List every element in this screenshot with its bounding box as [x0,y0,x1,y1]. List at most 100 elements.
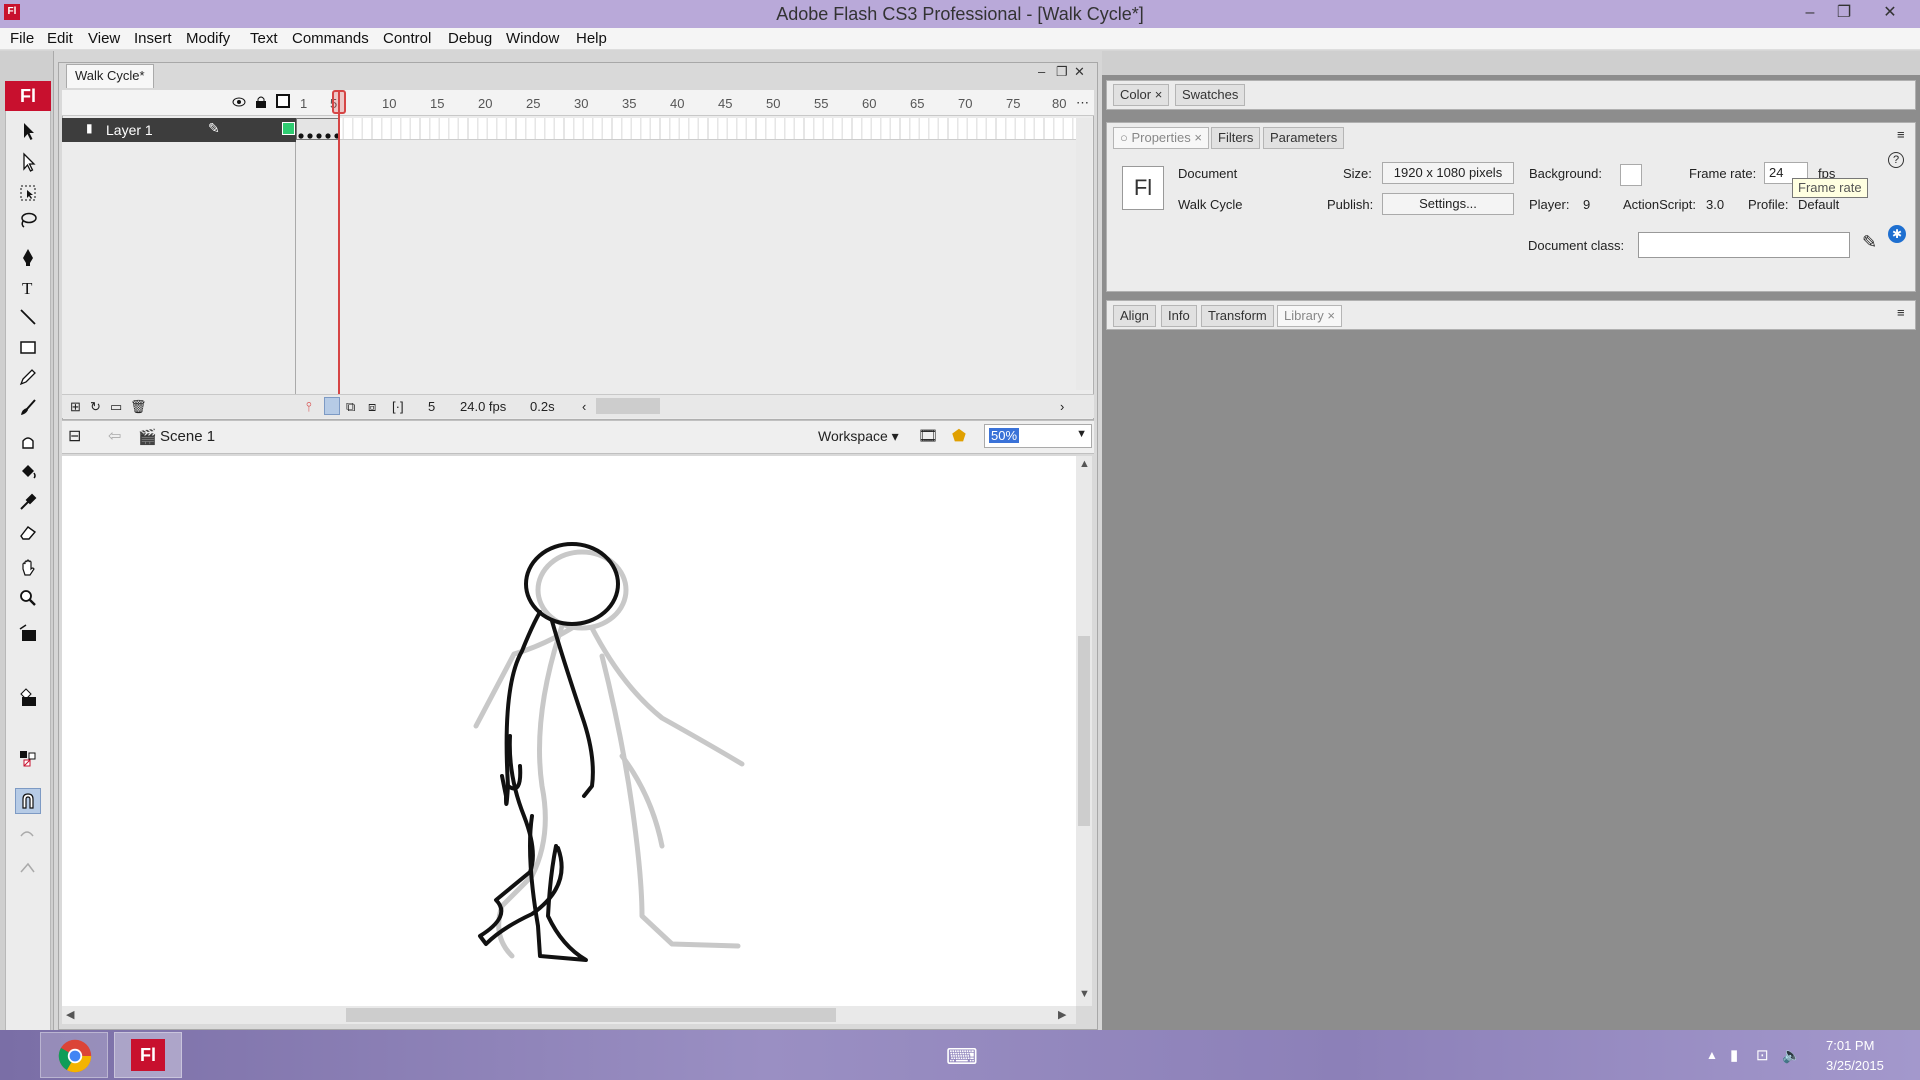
tab-filters[interactable]: Filters [1211,127,1261,149]
zoom-tool-icon[interactable] [15,585,41,611]
document-class-input[interactable] [1638,232,1850,258]
back-arrow-icon[interactable]: ⇦ [108,426,121,446]
insert-folder-icon[interactable]: ▭ [110,399,122,415]
line-tool-icon[interactable] [15,304,41,330]
scene-label[interactable]: Scene 1 [160,428,215,445]
scroll-left-icon[interactable]: ‹ [582,399,586,414]
menu-help[interactable]: Help [576,30,607,47]
menu-commands[interactable]: Commands [292,30,369,47]
menu-window[interactable]: Window [506,30,559,47]
timeline-hscroll-thumb[interactable] [596,398,660,414]
tab-align[interactable]: Align [1113,305,1156,327]
delete-layer-icon[interactable]: 🗑 [130,399,147,415]
timeline-toggle-icon[interactable]: ⊟ [68,426,81,446]
stroke-color-swatch[interactable] [15,620,41,646]
doc-minimize-icon[interactable]: ‒ [1038,64,1045,79]
edit-multiple-frames-icon[interactable]: ⧈ [368,399,376,415]
network-icon[interactable]: ⊡ [1756,1046,1769,1064]
timeline-menu-icon[interactable]: ⋯ [1076,95,1089,111]
outline-icon[interactable] [276,94,290,108]
lasso-tool-icon[interactable] [15,207,41,233]
eyedropper-tool-icon[interactable] [15,489,41,515]
tab-parameters[interactable]: Parameters [1263,127,1345,149]
selection-tool-icon[interactable] [15,118,41,144]
menu-file[interactable]: File [10,30,34,47]
free-transform-tool-icon[interactable] [15,180,41,206]
tab-swatches[interactable]: Swatches [1175,84,1246,106]
fill-color-swatch[interactable] [15,684,41,710]
hand-tool-icon[interactable] [15,555,41,581]
workspace-dropdown[interactable]: Workspace ▾ [818,428,899,445]
add-layer-icon[interactable]: ⊞ [70,399,81,415]
subselection-tool-icon[interactable] [15,149,41,175]
menu-text[interactable]: Text [250,30,278,47]
size-button[interactable]: 1920 x 1080 pixels [1382,162,1514,184]
playhead[interactable] [338,90,340,396]
pen-tool-icon[interactable] [15,244,41,270]
timeline-vscroll[interactable] [1076,118,1092,390]
background-color-swatch[interactable] [1620,164,1642,186]
scroll-down-icon[interactable]: ▼ [1079,988,1090,1000]
snap-to-objects-icon[interactable] [15,788,41,814]
stage-vscroll[interactable]: ▲ ▼ [1076,456,1092,1006]
brush-tool-icon[interactable] [15,394,41,420]
tab-properties[interactable]: ○ Properties × [1113,127,1209,149]
clock-time[interactable]: 7:01 PM [1826,1038,1874,1053]
text-tool-icon[interactable]: T [15,274,41,300]
library-menu-icon[interactable]: ≡ [1897,305,1905,320]
onion-skin-icon[interactable] [324,397,340,415]
profile-value[interactable]: Default [1798,197,1839,212]
power-icon[interactable]: ▮ [1730,1046,1738,1064]
close-button[interactable]: ✕ [1870,0,1910,28]
zoom-dropdown-arrow-icon[interactable]: ▼ [1076,428,1087,440]
menu-insert[interactable]: Insert [134,30,172,47]
show-hide-eye-icon[interactable] [232,95,246,109]
stage-hscroll-thumb[interactable] [346,1008,836,1022]
show-hidden-icons[interactable]: ▲ [1706,1048,1718,1062]
eraser-tool-icon[interactable] [15,519,41,545]
scroll-up-icon[interactable]: ▲ [1079,458,1090,470]
edit-symbols-icon[interactable]: ⬟ [952,426,966,446]
center-frame-icon[interactable]: ⫯ [306,399,312,415]
hscroll-right-icon[interactable]: ▶ [1058,1008,1066,1021]
accessibility-icon[interactable]: ✱ [1888,225,1906,243]
doc-restore-icon[interactable]: ❐ [1056,64,1068,80]
flash-taskbar-button[interactable]: Fl [114,1032,182,1078]
properties-menu-icon[interactable]: ≡ [1897,127,1905,142]
scroll-right-icon[interactable]: › [1060,399,1064,414]
menu-edit[interactable]: Edit [47,30,73,47]
menu-modify[interactable]: Modify [186,30,230,47]
volume-icon[interactable]: 🔈 [1782,1046,1801,1064]
menu-control[interactable]: Control [383,30,431,47]
tab-library[interactable]: Library × [1277,305,1342,327]
lock-icon[interactable] [254,95,268,109]
doc-close-icon[interactable]: ✕ [1074,64,1085,80]
add-motion-guide-icon[interactable]: ↻ [90,399,101,415]
paint-bucket-tool-icon[interactable] [15,459,41,485]
layer-color-swatch[interactable] [282,122,295,135]
chrome-taskbar-button[interactable] [40,1032,108,1078]
playhead-handle[interactable] [332,90,346,114]
settings-button[interactable]: Settings... [1382,193,1514,215]
stage-canvas[interactable] [62,456,1076,1006]
modify-onion-markers-icon[interactable]: [·] [392,399,404,414]
menu-view[interactable]: View [88,30,120,47]
rectangle-tool-icon[interactable] [15,334,41,360]
frame-strip[interactable] [296,118,1076,140]
stage-vscroll-thumb[interactable] [1078,636,1090,826]
layer-name[interactable]: Layer 1 [106,122,153,138]
tab-color[interactable]: Color × [1113,84,1170,106]
restore-button[interactable]: ❐ [1824,0,1864,28]
touch-keyboard-icon[interactable]: ⌨ [946,1044,978,1070]
hscroll-left-icon[interactable]: ◀ [66,1008,74,1021]
pencil-tool-icon[interactable] [15,364,41,390]
zoom-select[interactable]: 50% ▼ [984,424,1092,448]
edit-scene-icon[interactable]: 🎞 [918,426,938,446]
clock-date[interactable]: 3/25/2015 [1826,1058,1884,1073]
help-icon[interactable]: ? [1888,152,1904,168]
document-tab[interactable]: Walk Cycle* [66,64,154,88]
menu-debug[interactable]: Debug [448,30,492,47]
onion-skin-outlines-icon[interactable]: ⧉ [346,399,355,415]
swap-colors-icon[interactable] [15,746,41,772]
layer-row[interactable]: ▮ Layer 1 ✎ [62,118,296,142]
